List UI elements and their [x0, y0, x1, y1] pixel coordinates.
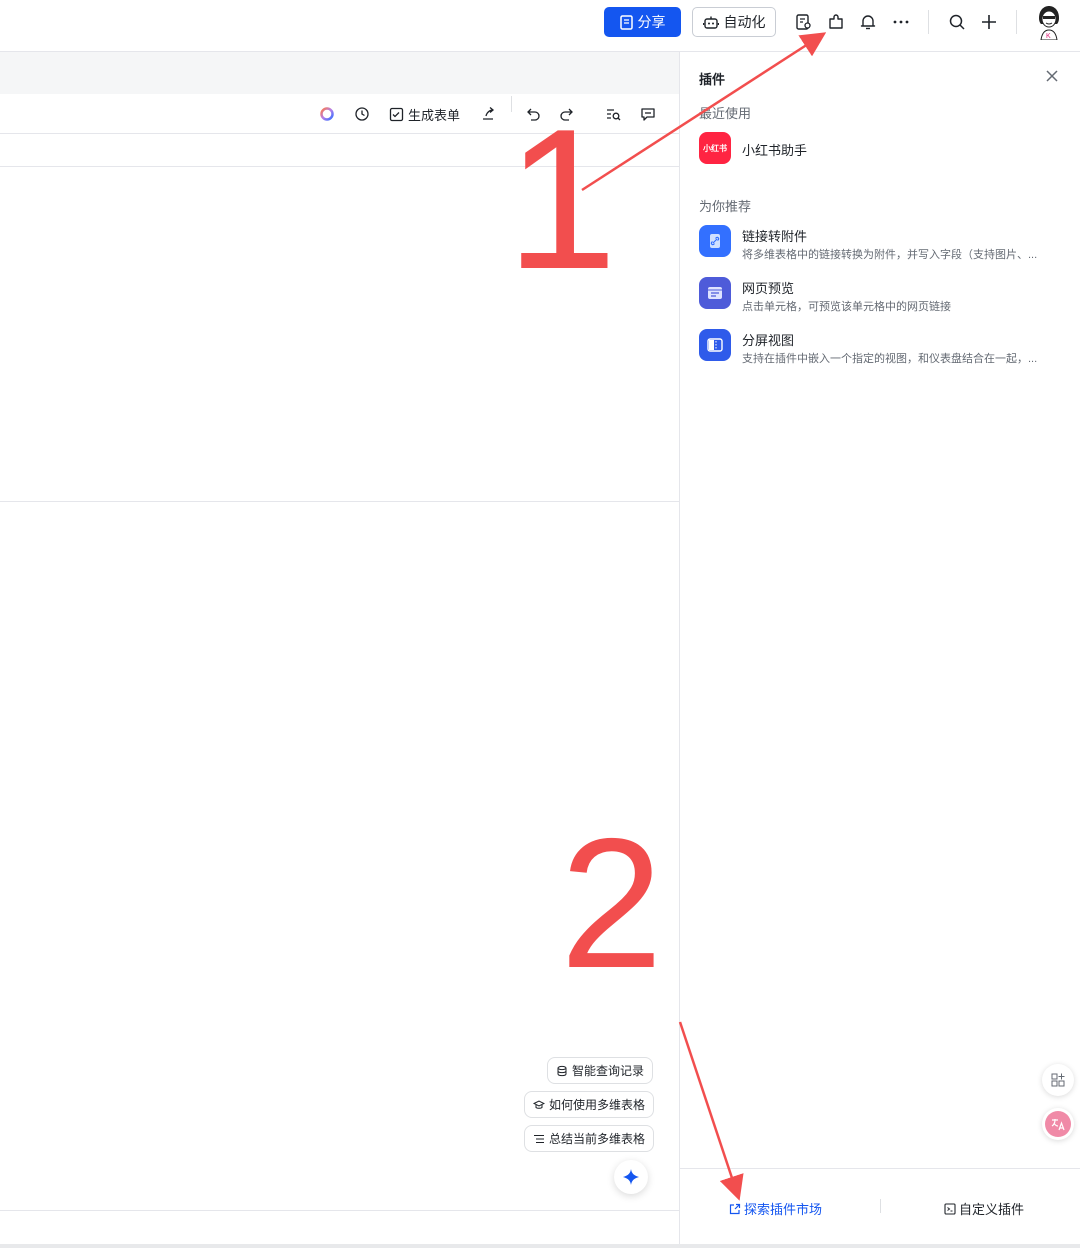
- window-bottom-edge: [0, 1244, 1080, 1248]
- footer-line: [0, 1210, 679, 1211]
- plugin-item-link-to-attachment[interactable]: 链接转附件 将多维表格中的链接转换为附件，并写入字段（支持图片、...: [699, 225, 1069, 269]
- share-button[interactable]: 分享: [604, 7, 681, 37]
- plugin-item-split-view[interactable]: 分屏视图 支持在插件中嵌入一个指定的视图，和仪表盘结合在一起，...: [699, 329, 1069, 373]
- plugin-description: 将多维表格中的链接转换为附件，并写入字段（支持图片、...: [742, 249, 1038, 261]
- custom-plugin-link[interactable]: 自定义插件: [944, 1199, 1024, 1218]
- split-view-icon: [699, 329, 731, 361]
- share-label: 分享: [637, 14, 666, 30]
- summarize-label: 总结当前多维表格: [549, 1132, 646, 1146]
- toolbar-divider: [928, 10, 929, 34]
- share-doc-icon: [619, 14, 633, 30]
- avatar[interactable]: K: [1033, 4, 1065, 41]
- summarize-chip[interactable]: 总结当前多维表格: [524, 1125, 655, 1152]
- xiaohongshu-icon-text: 小红书: [703, 143, 727, 153]
- ai-ring-icon[interactable]: [319, 104, 335, 124]
- plugin-description: 点击单元格，可预览该单元格中的网页链接: [742, 301, 951, 313]
- code-box-icon: [944, 1202, 956, 1215]
- plugin-name: 链接转附件: [742, 229, 808, 244]
- xiaohongshu-icon: 小红书: [699, 132, 731, 164]
- automation-button[interactable]: 自动化: [692, 7, 776, 37]
- footer-divider: [880, 1199, 881, 1213]
- more-icon[interactable]: [890, 11, 912, 33]
- plugin-name: 小红书助手: [742, 143, 808, 158]
- translate-icon: [1045, 1111, 1071, 1137]
- link-attachment-icon: [699, 225, 731, 257]
- ai-assistant-button[interactable]: [614, 1160, 648, 1194]
- close-icon[interactable]: [1044, 68, 1060, 84]
- top-bar: 分享 自动化 K: [0, 0, 1080, 52]
- form-icon: [389, 107, 404, 121]
- web-preview-icon: [699, 277, 731, 309]
- plugin-description: 支持在插件中嵌入一个指定的视图，和仪表盘结合在一起，...: [742, 353, 1038, 365]
- external-link-icon: [729, 1203, 741, 1214]
- translate-button[interactable]: [1042, 1108, 1074, 1140]
- plugin-icon[interactable]: [825, 11, 847, 33]
- generate-form-label: 生成表单: [408, 107, 461, 123]
- svg-text:K: K: [1046, 33, 1051, 40]
- recommend-section-title: 为你推荐: [699, 199, 752, 214]
- plugin-item-web-preview[interactable]: 网页预览 点击单元格，可预览该单元格中的网页链接: [699, 277, 1069, 321]
- comment-icon[interactable]: [640, 104, 656, 124]
- plugin-name: 分屏视图: [742, 333, 795, 348]
- search-icon[interactable]: [946, 11, 968, 33]
- database-icon: [557, 1065, 567, 1076]
- recent-section-title: 最近使用: [699, 106, 752, 121]
- smart-query-label: 智能查询记录: [572, 1064, 645, 1078]
- annotation-number-2: 2: [560, 801, 663, 1007]
- robot-icon: [702, 16, 719, 29]
- apps-add-icon: [1051, 1073, 1065, 1087]
- explore-plugin-market-label: 探索插件市场: [744, 1202, 823, 1217]
- how-to-use-chip[interactable]: 如何使用多维表格: [524, 1091, 655, 1118]
- plugin-item-xiaohongshu[interactable]: 小红书 小红书助手: [699, 132, 1069, 176]
- graduation-cap-icon: [533, 1099, 545, 1109]
- explore-plugin-market-link[interactable]: 探索插件市场: [729, 1199, 822, 1218]
- list-icon: [534, 1134, 544, 1143]
- annotation-number-1: 1: [506, 88, 618, 311]
- how-to-use-label: 如何使用多维表格: [549, 1098, 646, 1112]
- history-icon[interactable]: [354, 104, 370, 124]
- grid-line: [0, 501, 679, 502]
- smart-query-chip[interactable]: 智能查询记录: [547, 1057, 654, 1084]
- panel-footer: 探索插件市场 自定义插件: [680, 1168, 1080, 1244]
- sparkle-icon: [623, 1169, 639, 1185]
- plus-icon[interactable]: [978, 11, 1000, 33]
- plugin-panel: 插件 最近使用 小红书 小红书助手 为你推荐 链接转附件 将多维表格中的链接转换…: [679, 52, 1080, 1244]
- custom-plugin-label: 自定义插件: [959, 1202, 1025, 1217]
- bell-icon[interactable]: [857, 11, 879, 33]
- automation-label: 自动化: [723, 14, 766, 30]
- apps-grid-button[interactable]: [1042, 1064, 1074, 1096]
- doc-search-icon[interactable]: [793, 11, 815, 33]
- plugin-name: 网页预览: [742, 281, 795, 296]
- toolbar-divider: [1016, 10, 1017, 34]
- panel-title: 插件: [699, 72, 726, 87]
- generate-form-button[interactable]: 生成表单: [389, 104, 460, 124]
- share-arrow-icon[interactable]: [480, 104, 496, 124]
